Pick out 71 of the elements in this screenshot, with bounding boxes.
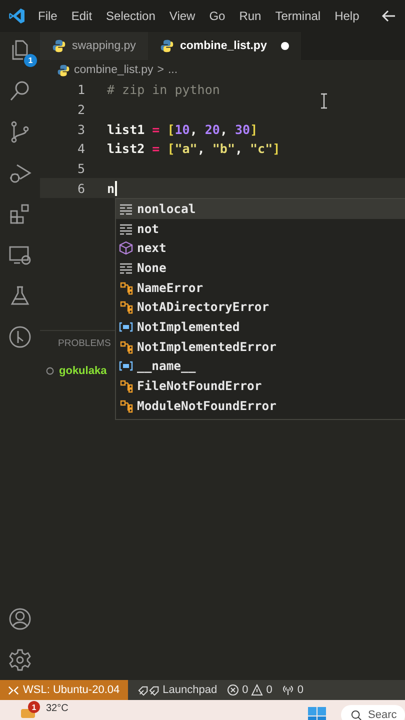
temperature-text: 32°C bbox=[46, 703, 68, 714]
settings-icon[interactable] bbox=[8, 648, 32, 672]
breadcrumb-item[interactable]: ... bbox=[168, 64, 178, 76]
antenna-icon bbox=[282, 684, 294, 696]
suggestion-item[interactable]: nonlocal bbox=[116, 199, 405, 219]
suggestion-item[interactable]: NotADirectoryError bbox=[116, 297, 405, 318]
problems-indicator[interactable]: 0 0 bbox=[227, 684, 272, 696]
variable-icon bbox=[119, 320, 133, 334]
class-icon bbox=[119, 398, 133, 413]
app-logo-icon bbox=[8, 7, 26, 25]
terminal-text: gokulaka bbox=[59, 365, 107, 377]
menu-item[interactable]: Terminal bbox=[275, 9, 321, 23]
menu-item[interactable]: Selection bbox=[106, 9, 156, 23]
notification-badge: 1 bbox=[24, 54, 37, 67]
start-icon[interactable] bbox=[307, 706, 327, 720]
ports-indicator[interactable]: 0 bbox=[282, 684, 304, 696]
keyword-icon bbox=[119, 202, 133, 216]
suggestion-item[interactable]: ModuleNotFoundError bbox=[116, 396, 405, 416]
account-icon[interactable] bbox=[8, 607, 32, 631]
editor-tab[interactable]: combine_list.py bbox=[148, 32, 301, 60]
suggestion-item[interactable]: NotImplemented bbox=[116, 317, 405, 337]
menu-item[interactable]: File bbox=[38, 9, 58, 23]
suggestion-item[interactable]: NameError bbox=[116, 278, 405, 298]
text-cursor-icon bbox=[320, 93, 328, 109]
unsaved-dot bbox=[280, 42, 289, 50]
line-number: 2 bbox=[76, 102, 85, 118]
breadcrumb-item[interactable]: combine_list.py bbox=[74, 64, 154, 76]
variable-icon bbox=[119, 359, 133, 374]
menu-item[interactable]: Edit bbox=[71, 9, 92, 23]
line-number: 5 bbox=[76, 161, 85, 176]
class-icon bbox=[119, 280, 133, 295]
breadcrumb-separator: > bbox=[157, 64, 164, 76]
menu-item[interactable]: Go bbox=[209, 9, 226, 23]
suggestion-item[interactable]: next bbox=[116, 238, 405, 258]
keyword-icon bbox=[119, 222, 133, 236]
remote-icon bbox=[8, 684, 19, 696]
menu-item[interactable]: View bbox=[169, 9, 196, 23]
line-number: 3 bbox=[76, 122, 85, 137]
keyword-icon bbox=[119, 260, 133, 275]
search-icon bbox=[351, 710, 362, 720]
editor-tab[interactable]: swapping.py bbox=[40, 32, 148, 60]
code-line: list1 = [10, 20, 30] bbox=[107, 122, 258, 137]
cube-icon bbox=[119, 241, 133, 256]
class-icon bbox=[119, 340, 133, 354]
python-file-icon bbox=[52, 39, 66, 53]
code-line: list2 = ["a", "b", "c"] bbox=[107, 141, 280, 156]
suggestion-item[interactable]: FileNotFoundError bbox=[116, 376, 405, 396]
menu-item[interactable]: Help bbox=[334, 9, 360, 23]
panel-tab[interactable]: PROBLEMS bbox=[58, 338, 111, 349]
warning-icon bbox=[251, 684, 264, 696]
python-file-icon bbox=[160, 39, 174, 53]
error-icon bbox=[227, 684, 240, 696]
remote-indicator[interactable]: WSL: Ubuntu-20.04 bbox=[0, 680, 128, 700]
search-field[interactable]: Searc bbox=[341, 705, 405, 720]
code-line: n bbox=[107, 180, 117, 196]
line-number: 6 bbox=[76, 180, 85, 196]
suggestion-item[interactable]: NotImplementedError bbox=[116, 336, 405, 356]
line-number: 1 bbox=[76, 82, 85, 98]
launchpad-button[interactable]: Launchpad bbox=[138, 684, 218, 696]
menu-item[interactable]: Run bbox=[239, 9, 262, 23]
circle-icon bbox=[46, 367, 54, 375]
python-file-icon bbox=[57, 64, 70, 76]
line-number: 4 bbox=[76, 141, 85, 156]
code-line: # zip in python bbox=[107, 82, 220, 98]
notification-badge: 1 bbox=[28, 701, 40, 713]
suggestion-item[interactable]: None bbox=[116, 258, 405, 278]
class-icon bbox=[119, 379, 133, 394]
class-icon bbox=[119, 300, 133, 314]
back-arrow-icon[interactable] bbox=[381, 8, 397, 24]
suggestion-item[interactable]: __name__ bbox=[116, 356, 405, 376]
suggestion-item[interactable]: not bbox=[116, 218, 405, 238]
